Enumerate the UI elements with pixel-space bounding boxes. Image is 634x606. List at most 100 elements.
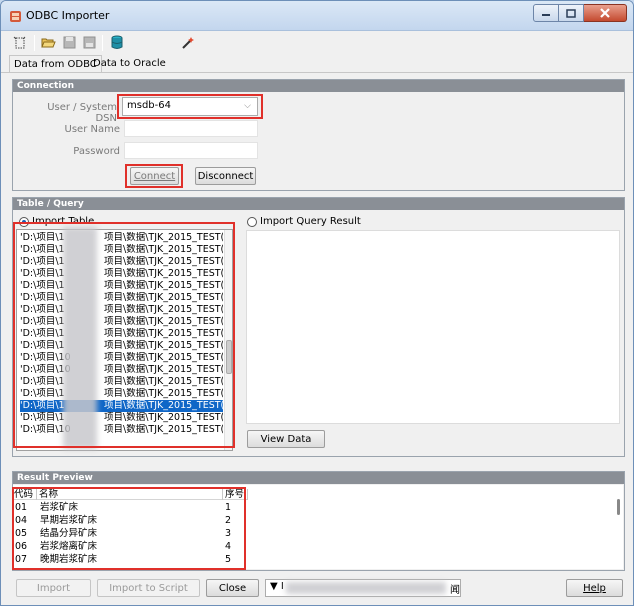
tab-data-from-odbc[interactable]: Data from ODBC	[9, 55, 102, 73]
import-button[interactable]: Import	[16, 579, 91, 597]
table-list-item-path: 项目\数据\TJK_2015_TEST(2022	[104, 292, 223, 303]
cell-name: 岩浆熔离矿床	[40, 541, 98, 552]
table-query-header: Table / Query	[13, 198, 624, 210]
close-button[interactable]: Close	[206, 579, 259, 597]
disconnect-button[interactable]: Disconnect	[195, 167, 256, 185]
table-list-item[interactable]: 'D:\项目\1 项目\数据\TJK_2015_TEST(2022	[20, 388, 223, 400]
cell-name: 晚期岩浆矿床	[40, 554, 98, 565]
table-list-item-path: 项目\数据\TJK_2015_TEST(2022	[104, 280, 223, 291]
table-list-item-path: 项目\数据\TJK_2015_TEST(2022	[104, 256, 223, 267]
new-icon	[13, 36, 25, 48]
table-list-item-prefix: 'D:\项目\1	[20, 232, 65, 243]
password-input[interactable]	[124, 142, 258, 159]
maximize-icon	[566, 8, 576, 18]
minimize-button[interactable]	[533, 4, 559, 22]
database-button[interactable]	[108, 34, 125, 51]
log-combo[interactable]: ▼ I 闻	[265, 579, 461, 597]
import-table-radio[interactable]	[19, 217, 29, 227]
cell-code: 01	[15, 502, 28, 513]
table-list-item-path: 项目\数据\TJK_2015_TEST(2022	[104, 388, 223, 399]
table-row[interactable]: 07 晚期岩浆矿床 5	[13, 553, 248, 566]
import-query-radio[interactable]	[247, 217, 257, 227]
table-row[interactable]: 01 岩浆矿床 1	[13, 501, 248, 514]
cell-code: 06	[15, 541, 28, 552]
cell-seq: 5	[225, 554, 232, 565]
table-list-item-path: 项目\数据\TJK_2015_TEST(2022	[104, 244, 223, 255]
close-window-button[interactable]	[584, 4, 627, 22]
table-list-item[interactable]: 'D:\项目\10项目\数据\TJK_2015_TEST(2022	[20, 424, 223, 436]
connect-button[interactable]: Connect	[130, 167, 179, 185]
toolbar-separator	[102, 35, 103, 51]
table-list-item-prefix: 'D:\项目\1	[20, 388, 65, 399]
table-list-item-prefix: 'D:\项目\1	[20, 340, 65, 351]
cell-code: 04	[15, 515, 28, 526]
window-controls	[533, 4, 627, 22]
table-list-item[interactable]: 'D:\项目\1 项目\数据\TJK_2015_TEST(2022	[20, 328, 223, 340]
table-list-item-path: 项目\数据\TJK_2015_TEST(2022	[104, 412, 223, 423]
save-as-button[interactable]	[81, 34, 98, 51]
maximize-button[interactable]	[559, 4, 584, 22]
window-title: ODBC Importer	[26, 9, 110, 22]
cell-code: 07	[15, 554, 28, 565]
tab-divider	[1, 72, 633, 73]
table-list-item-prefix: 'D:\项目\1	[20, 292, 65, 303]
table-list-item-prefix: 'D:\项目\1	[20, 316, 65, 327]
import-to-script-button[interactable]: Import to Script	[97, 579, 200, 597]
table-row[interactable]: 06 岩浆熔离矿床 4	[13, 540, 248, 553]
database-icon	[111, 35, 122, 49]
column-header-seq[interactable]: 序号	[224, 489, 248, 500]
table-row[interactable]: 04 早期岩浆矿床 2	[13, 514, 248, 527]
column-header-name[interactable]: 名称	[38, 489, 223, 500]
table-list-item-path: 项目\数据\TJK_2015_TEST(2022	[104, 400, 223, 411]
view-data-button[interactable]: View Data	[247, 430, 325, 448]
table-list-item-path: 项目\数据\TJK_2015_TEST(2022	[104, 316, 223, 327]
table-list-item-prefix: 'D:\项目\1	[20, 412, 65, 423]
close-icon	[600, 8, 610, 18]
table-list-item[interactable]: 'D:\项目\1 项目\数据\TJK_2015_TEST(2022	[20, 280, 223, 292]
cell-name: 早期岩浆矿床	[40, 515, 98, 526]
table-list-item[interactable]: 'D:\项目\1 项目\数据\TJK_2015_TEST(2022	[20, 232, 223, 244]
cell-code: 05	[15, 528, 28, 539]
table-row[interactable]: 05 结晶分异矿床 3	[13, 527, 248, 540]
result-grid[interactable]: 代码 名称 序号 01 岩浆矿床 1 04 早期岩浆矿床 2 05 结晶分异矿床 3 06 岩浆熔离…	[13, 485, 623, 569]
wizard-button[interactable]	[179, 34, 196, 51]
table-list-scrollbar[interactable]	[224, 230, 232, 450]
dsn-combo[interactable]: msdb-64 ⌵	[122, 97, 258, 116]
tab-data-to-oracle[interactable]: Data to Oracle	[89, 55, 170, 73]
password-label: Password	[73, 146, 120, 157]
connection-panel: Connection	[12, 79, 625, 191]
table-list-item[interactable]: 'D:\项目\1 项目\数据\TJK_2015_TEST(2022	[20, 400, 223, 412]
column-header-code[interactable]: 代码	[13, 489, 37, 500]
new-button[interactable]	[11, 34, 28, 51]
log-combo-tail: 闻	[450, 585, 460, 596]
table-list-item[interactable]: 'D:\项目\1 项目\数据\TJK_2015_TEST(2022	[20, 256, 223, 268]
cell-seq: 3	[225, 528, 232, 539]
open-button[interactable]	[40, 34, 57, 51]
help-button[interactable]: Help	[566, 579, 623, 597]
table-list-item[interactable]: 'D:\项目\1 项目\数据\TJK_2015_TEST(2022	[20, 316, 223, 328]
odbc-importer-window: ODBC Importer Data from ODBC Data to Ora…	[0, 0, 634, 606]
redacted-region	[63, 227, 97, 449]
table-list-item[interactable]: 'D:\项目\10项目\数据\TJK_2015_TEST(2022	[20, 364, 223, 376]
table-list-item-prefix: 'D:\项目\1	[20, 280, 65, 291]
table-list-item[interactable]: 'D:\项目\1 项目\数据\TJK_2015_TEST(2022	[20, 412, 223, 424]
table-list-item[interactable]: 'D:\项目\1 项目\数据\TJK_2015_TEST(2022	[20, 304, 223, 316]
save-button[interactable]	[61, 34, 78, 51]
table-list-item[interactable]: 'D:\项目\1 项目\数据\TJK_2015_TEST(2022	[20, 268, 223, 280]
cell-name: 结晶分异矿床	[40, 528, 98, 539]
magic-wand-icon	[181, 36, 194, 49]
table-list-item-path: 项目\数据\TJK_2015_TEST(2022	[104, 340, 223, 351]
query-textarea[interactable]	[246, 230, 620, 424]
result-grid-scroll-thumb[interactable]	[617, 499, 620, 515]
title-bar[interactable]: ODBC Importer	[1, 1, 633, 31]
table-list-item-path: 项目\数据\TJK_2015_TEST(2022	[104, 328, 223, 339]
table-list[interactable]: 'D:\项目\1项目\数据\TJK_2015_TEST(2022'D:\项目\1…	[16, 229, 233, 451]
table-list-item[interactable]: 'D:\项目\1 项目\数据\TJK_2015_TEST(2022	[20, 376, 223, 388]
username-input[interactable]	[124, 120, 258, 137]
table-list-item[interactable]: 'D:\项目\10项目\数据\TJK_2015_TEST(2022	[20, 352, 223, 364]
table-list-item[interactable]: 'D:\项目\1 项目\数据\TJK_2015_TEST(2022	[20, 292, 223, 304]
table-list-item[interactable]: 'D:\项目\1 项目\数据\TJK_2015_TEST(2022	[20, 244, 223, 256]
table-list-scroll-thumb[interactable]	[226, 340, 232, 374]
table-list-item[interactable]: 'D:\项目\1 项目\数据\TJK_2015_TEST(2022	[20, 340, 223, 352]
result-preview-header: Result Preview	[13, 472, 624, 484]
